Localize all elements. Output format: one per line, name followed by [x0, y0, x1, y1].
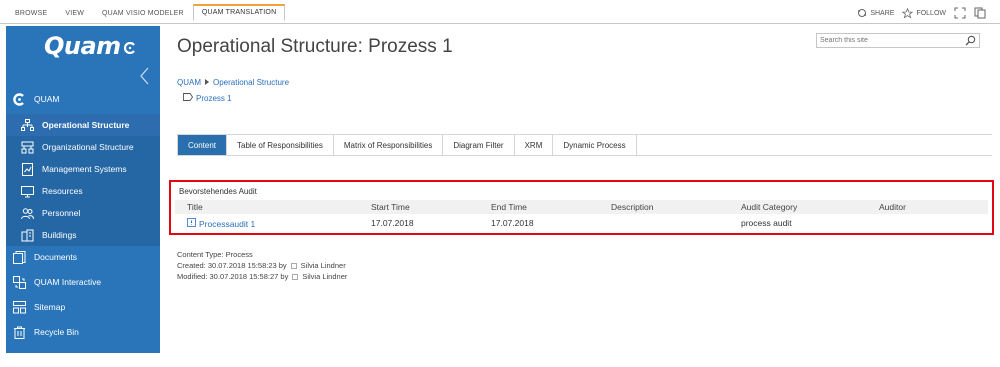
copy-icon[interactable] — [974, 7, 986, 19]
tag-icon — [183, 93, 194, 103]
sidebar-item-label: Resources — [42, 186, 83, 196]
column-header-description[interactable]: Description — [611, 202, 654, 212]
sidebar-item-label: Organizational Structure — [42, 142, 134, 152]
sidebar-item-documents[interactable]: Documents — [6, 246, 160, 268]
item-metadata: Content Type: Process Created: 30.07.201… — [177, 249, 347, 282]
org-chart-icon — [20, 118, 34, 132]
column-header-end-time[interactable]: End Time — [491, 202, 527, 212]
column-header-title[interactable]: Title — [187, 202, 203, 212]
modified-by-user[interactable]: Silvia Lindner — [302, 271, 347, 282]
document-chart-icon — [20, 162, 34, 176]
audit-panel-title: Bevorstehendes Audit — [179, 187, 257, 196]
audit-item-icon — [187, 218, 196, 229]
sidebar-item-quam[interactable]: QUAM — [6, 88, 160, 110]
sidebar-item-buildings[interactable]: Buildings — [6, 224, 160, 246]
sidebar-item-label: Buildings — [42, 230, 77, 240]
breadcrumb: QUAM Operational Structure — [177, 78, 289, 87]
user-presence-icon — [292, 273, 299, 280]
breadcrumb-sub: Prozess 1 — [183, 93, 232, 103]
ribbon-tab-quam-translation[interactable]: QUAM TRANSLATION — [192, 4, 286, 21]
documents-icon — [12, 250, 26, 264]
sidebar-item-label: Recycle Bin — [34, 327, 79, 337]
building-icon — [20, 228, 34, 242]
audit-title-text: Processaudit 1 — [199, 218, 256, 229]
follow-label: FOLLOW — [916, 9, 946, 17]
hierarchy-icon — [20, 140, 34, 154]
tab-dynamic-process[interactable]: Dynamic Process — [553, 135, 637, 155]
tab-diagram-filter[interactable]: Diagram Filter — [443, 135, 515, 155]
follow-button[interactable]: FOLLOW — [902, 7, 946, 19]
created-by-user[interactable]: Silvia Lindner — [301, 260, 346, 271]
column-header-audit-category[interactable]: Audit Category — [741, 202, 797, 212]
interactive-icon — [12, 275, 26, 289]
breadcrumb-root-link[interactable]: QUAM — [177, 78, 201, 87]
breadcrumb-sub-link[interactable]: Prozess 1 — [196, 94, 232, 103]
ribbon: BROWSE VIEW QUAM VISIO MODELER QUAM TRAN… — [0, 0, 1000, 24]
quam-logo[interactable]: Quam — [44, 32, 137, 60]
ribbon-tab-browse[interactable]: BROWSE — [6, 6, 56, 21]
sidebar-item-recycle-bin[interactable]: Recycle Bin — [6, 321, 160, 343]
focus-mode-icon[interactable] — [954, 7, 966, 19]
star-icon — [902, 7, 914, 19]
sidebar-item-label: Operational Structure — [42, 120, 130, 130]
column-header-start-time[interactable]: Start Time — [371, 202, 410, 212]
quam-logo-icon — [12, 92, 26, 106]
collapse-sidebar-button[interactable] — [138, 66, 152, 86]
upcoming-audit-panel: Bevorstehendes Audit Title Start Time En… — [169, 180, 994, 235]
sitemap-icon — [12, 300, 26, 314]
sidebar-item-organizational-structure[interactable]: Organizational Structure — [6, 136, 160, 158]
tab-xrm[interactable]: XRM — [514, 135, 554, 155]
sidebar-item-label: Sitemap — [34, 302, 66, 312]
tab-matrix-of-responsibilities[interactable]: Matrix of Responsibilities — [333, 135, 444, 155]
audit-start-time: 17.07.2018 — [371, 218, 414, 228]
sidebar-item-personnel[interactable]: Personnel — [6, 202, 160, 224]
column-header-auditor[interactable]: Auditor — [879, 202, 906, 212]
sidebar-item-label: Management Systems — [42, 164, 127, 174]
sidebar-item-label: QUAM Interactive — [34, 277, 102, 287]
sidebar-item-quam-interactive[interactable]: QUAM Interactive — [6, 271, 160, 293]
created-line: Created: 30.07.2018 15:58:23 by Silvia L… — [177, 260, 346, 271]
search-box — [816, 33, 980, 48]
chevron-left-icon — [140, 67, 149, 85]
table-row: Processaudit 1 17.07.2018 17.07.2018 pro… — [175, 216, 988, 230]
modified-line: Modified: 30.07.2018 15:58:27 by Silvia … — [177, 271, 348, 282]
ribbon-tab-view[interactable]: VIEW — [56, 6, 93, 21]
sidebar-item-resources[interactable]: Resources — [6, 180, 160, 202]
share-icon — [857, 8, 867, 18]
sidebar-item-label: Documents — [34, 252, 77, 262]
content-type-line: Content Type: Process — [177, 250, 253, 259]
user-presence-icon — [290, 262, 297, 269]
sidebar-item-management-systems[interactable]: Management Systems — [6, 158, 160, 180]
share-label: SHARE — [870, 9, 895, 17]
audit-end-time: 17.07.2018 — [491, 218, 534, 228]
ribbon-tab-quam-visio-modeler[interactable]: QUAM VISIO MODELER — [93, 6, 193, 21]
tab-content[interactable]: Content — [177, 135, 228, 155]
breadcrumb-current-link[interactable]: Operational Structure — [213, 78, 289, 87]
audit-category: process audit — [741, 218, 792, 228]
caret-right-icon — [204, 78, 210, 87]
sidebar-item-operational-structure[interactable]: Operational Structure — [6, 114, 160, 136]
content-tabbar: Content Table of Responsibilities Matrix… — [177, 134, 992, 156]
page-title: Operational Structure: Prozess 1 — [177, 36, 453, 57]
tab-table-of-responsibilities[interactable]: Table of Responsibilities — [227, 135, 334, 155]
recycle-bin-icon — [12, 325, 26, 339]
audit-table-header: Title Start Time End Time Description Au… — [175, 200, 988, 214]
sidebar: Quam QUAM Operational Structure Organiza… — [6, 26, 160, 353]
ribbon-tabs: BROWSE VIEW QUAM VISIO MODELER QUAM TRAN… — [6, 4, 286, 21]
ribbon-divider — [0, 23, 1000, 24]
share-button[interactable]: SHARE — [857, 8, 894, 18]
sidebar-item-sitemap[interactable]: Sitemap — [6, 296, 160, 318]
search-icon[interactable] — [965, 35, 976, 46]
audit-title-link[interactable]: Processaudit 1 — [187, 218, 255, 229]
search-input[interactable] — [817, 34, 957, 47]
people-icon — [20, 206, 34, 220]
resources-icon — [20, 184, 34, 198]
sidebar-item-label: QUAM — [34, 94, 60, 104]
sidebar-item-label: Personnel — [42, 208, 81, 218]
ribbon-actions: SHARE FOLLOW — [857, 7, 986, 19]
